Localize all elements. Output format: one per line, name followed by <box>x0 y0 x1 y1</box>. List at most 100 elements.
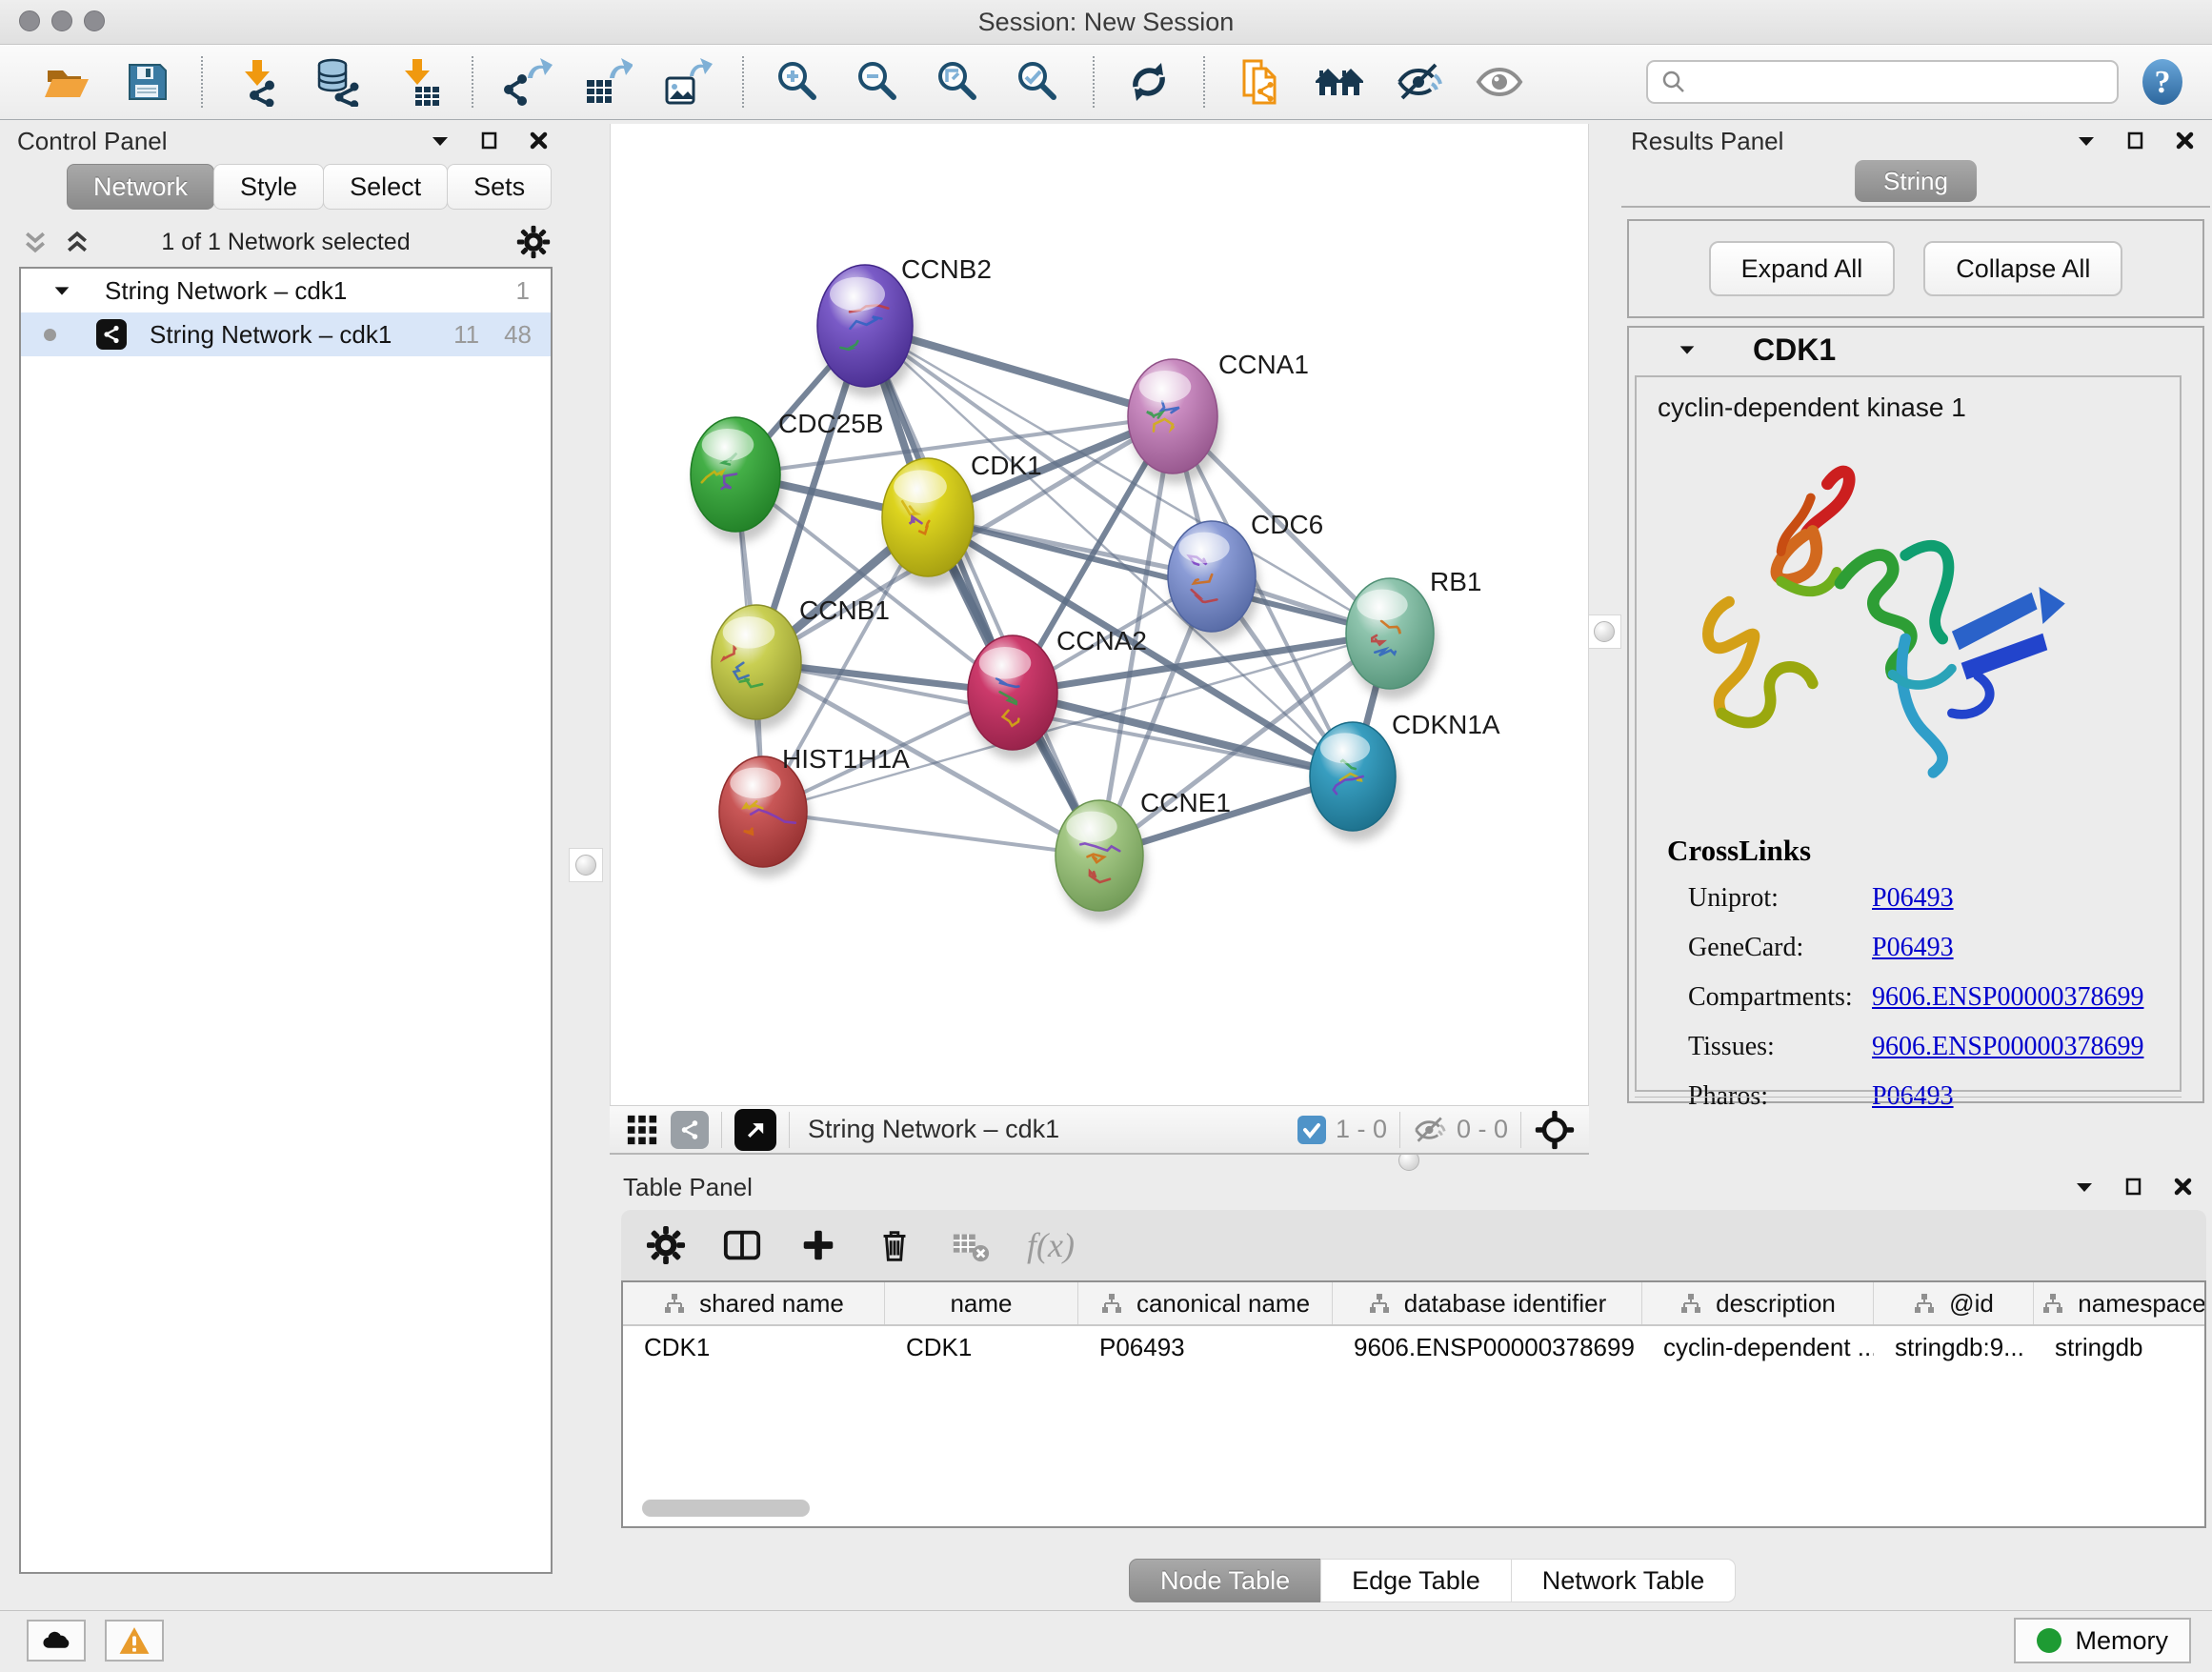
horizontal-scrollbar-thumb[interactable] <box>642 1500 810 1517</box>
save-floppy-icon <box>122 57 171 107</box>
table-row[interactable]: CDK1CDK1P064939606.ENSP00000378699cyclin… <box>623 1326 2204 1368</box>
network-type-button[interactable] <box>671 1111 709 1149</box>
column-header-database-identifier[interactable]: database identifier <box>1333 1282 1642 1324</box>
edge-CCNB2-CCNE1[interactable] <box>865 326 1099 856</box>
column-header-shared-name[interactable]: shared name <box>623 1282 885 1324</box>
cell-shared-name[interactable]: CDK1 <box>623 1333 885 1362</box>
clone-network-button[interactable] <box>1232 53 1287 111</box>
cell-name[interactable]: CDK1 <box>885 1333 1078 1362</box>
import-table-file-button[interactable] <box>390 53 445 111</box>
panel-menu-caret-icon[interactable] <box>429 130 452 152</box>
export-table-button[interactable] <box>580 53 635 111</box>
node-CCNB1[interactable]: CCNB1 <box>712 595 890 730</box>
protein-structure-image[interactable] <box>1671 442 2081 804</box>
show-columns-icon[interactable] <box>722 1225 762 1265</box>
float-panel-icon[interactable] <box>2122 1176 2145 1199</box>
crosslink-link[interactable]: 9606.ENSP00000378699 <box>1872 982 2143 1012</box>
column-header-description[interactable]: description <box>1642 1282 1874 1324</box>
zoom-out-button[interactable] <box>851 53 906 111</box>
tab-node-table[interactable]: Node Table <box>1129 1559 1321 1602</box>
export-image-button[interactable] <box>660 53 715 111</box>
float-panel-icon[interactable] <box>478 130 501 152</box>
open-in-new-window-button[interactable] <box>734 1109 776 1151</box>
node-HIST1H1A[interactable]: HIST1H1A <box>719 744 910 877</box>
export-network-button[interactable] <box>500 53 555 111</box>
splitter-handle[interactable] <box>575 855 596 876</box>
splitter-handle[interactable] <box>1594 621 1615 642</box>
help-button[interactable]: ? <box>2138 56 2187 108</box>
cell-canonical-name[interactable]: P06493 <box>1078 1333 1333 1362</box>
edge-HIST1H1A-CCNE1[interactable] <box>763 812 1099 856</box>
save-session-button[interactable] <box>119 53 174 111</box>
node-table[interactable]: shared namenamecanonical namedatabase id… <box>621 1280 2206 1528</box>
node-CDC25B[interactable]: CDC25B <box>691 409 883 542</box>
crosslink-link[interactable]: P06493 <box>1872 883 1954 913</box>
tab-string[interactable]: String <box>1855 160 1977 202</box>
node-RB1[interactable]: RB1 <box>1346 567 1481 699</box>
section-caret-icon[interactable] <box>1677 339 1698 360</box>
close-panel-icon[interactable] <box>2172 1176 2195 1199</box>
cloud-status-button[interactable] <box>27 1620 86 1662</box>
panel-menu-caret-icon[interactable] <box>2075 130 2098 152</box>
network-graph[interactable]: CCNB2CCNA1CDC25BCDK1CDC6RB1CCNB1CCNA2CDK… <box>611 124 1590 1105</box>
import-network-database-button[interactable] <box>310 53 365 111</box>
birdseye-grid-button[interactable] <box>623 1111 661 1149</box>
memory-button[interactable]: Memory <box>2014 1618 2191 1663</box>
expand-all-button[interactable]: Expand All <box>1709 241 1896 296</box>
tab-select[interactable]: Select <box>323 164 448 210</box>
network-collection-row[interactable]: String Network – cdk1 1 <box>21 269 551 312</box>
import-network-icon <box>232 57 282 107</box>
string-home-button[interactable] <box>1312 53 1367 111</box>
zoom-selected-button[interactable] <box>1011 53 1066 111</box>
delete-column-icon[interactable] <box>875 1225 915 1265</box>
apply-layout-button[interactable] <box>1121 53 1176 111</box>
open-session-button[interactable] <box>39 53 94 111</box>
zoom-fit-button[interactable] <box>931 53 986 111</box>
column-header-name[interactable]: name <box>885 1282 1078 1324</box>
search-input[interactable] <box>1696 68 2105 97</box>
cell--id[interactable]: stringdb:9... <box>1874 1333 2034 1362</box>
warnings-button[interactable] <box>105 1620 164 1662</box>
create-column-icon[interactable] <box>798 1225 838 1265</box>
close-panel-icon[interactable] <box>2174 130 2197 152</box>
column-label: @id <box>1949 1289 1994 1319</box>
zoom-in-button[interactable] <box>771 53 826 111</box>
right-splitter[interactable] <box>1590 124 1619 1155</box>
tab-edge-table[interactable]: Edge Table <box>1320 1559 1512 1602</box>
cell-database-identifier[interactable]: 9606.ENSP00000378699 <box>1333 1333 1642 1362</box>
gene-section-header[interactable]: CDK1 <box>1629 328 2202 372</box>
cell-namespace[interactable]: stringdb <box>2034 1333 2206 1362</box>
node-CCNB2[interactable]: CCNB2 <box>817 254 992 397</box>
left-splitter[interactable] <box>564 124 610 1610</box>
float-panel-icon[interactable] <box>2124 130 2147 152</box>
tab-network[interactable]: Network <box>67 164 214 210</box>
node-CDC6[interactable]: CDC6 <box>1168 510 1323 642</box>
column-header-canonical-name[interactable]: canonical name <box>1078 1282 1333 1324</box>
tab-sets[interactable]: Sets <box>447 164 552 210</box>
tab-style[interactable]: Style <box>213 164 324 210</box>
birdseye-crosshair-button[interactable] <box>1534 1109 1576 1151</box>
cell-description[interactable]: cyclin-dependent ... <box>1642 1333 1874 1362</box>
tab-network-table[interactable]: Network Table <box>1511 1559 1737 1602</box>
glass-ball-effect-button[interactable] <box>1392 53 1447 111</box>
node-label-RB1: RB1 <box>1430 567 1481 596</box>
show-structures-button[interactable] <box>1472 53 1527 111</box>
column-header--id[interactable]: @id <box>1874 1282 2034 1324</box>
node-CCNE1[interactable]: CCNE1 <box>1056 788 1231 921</box>
network-row-selected[interactable]: String Network – cdk1 11 48 <box>21 312 551 356</box>
column-header-namespace[interactable]: namespace <box>2034 1282 2206 1324</box>
crosslink-link[interactable]: 9606.ENSP00000378699 <box>1872 1032 2143 1061</box>
network-canvas[interactable]: CCNB2CCNA1CDC25BCDK1CDC6RB1CCNB1CCNA2CDK… <box>610 124 1589 1105</box>
import-network-file-button[interactable] <box>230 53 285 111</box>
collection-caret-icon[interactable] <box>51 280 72 301</box>
panel-menu-caret-icon[interactable] <box>2073 1176 2096 1199</box>
close-panel-icon[interactable] <box>528 130 551 152</box>
node-CDKN1A[interactable]: CDKN1A <box>1310 710 1500 841</box>
horizontal-splitter[interactable] <box>610 1155 2212 1168</box>
selected-nodes-checkbox[interactable] <box>1297 1116 1326 1144</box>
collapse-all-button[interactable]: Collapse All <box>1923 241 2122 296</box>
search-box <box>1646 60 2119 104</box>
node-CDK1[interactable]: CDK1 <box>882 451 1042 587</box>
crosslink-link[interactable]: P06493 <box>1872 933 1954 962</box>
table-options-gear-icon[interactable] <box>646 1225 686 1265</box>
